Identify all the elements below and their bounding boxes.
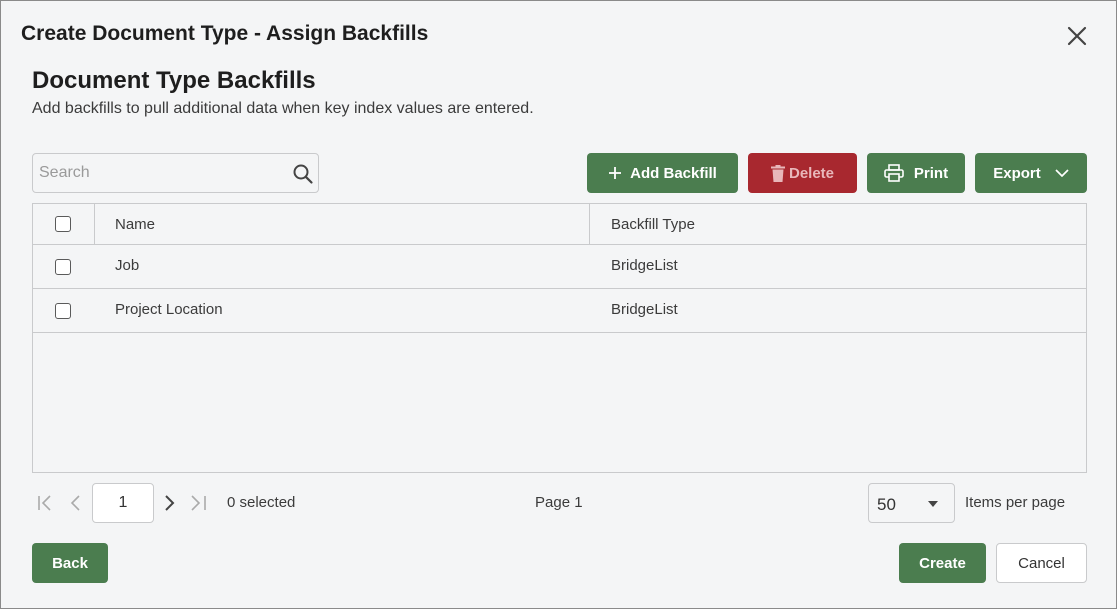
trash-icon xyxy=(770,164,785,182)
next-page-icon[interactable] xyxy=(159,493,179,513)
table-row[interactable]: Project Location BridgeList xyxy=(33,289,1086,333)
delete-button[interactable]: Delete xyxy=(748,153,857,193)
items-per-page-select[interactable]: 50 xyxy=(868,483,955,523)
print-button[interactable]: Print xyxy=(867,153,965,193)
row-backfill-type: BridgeList xyxy=(611,257,678,274)
close-icon xyxy=(1067,26,1087,46)
cancel-button[interactable]: Cancel xyxy=(996,543,1087,583)
page-number-input[interactable] xyxy=(92,483,154,523)
grid-header: Name Backfill Type xyxy=(33,204,1086,245)
close-button[interactable] xyxy=(1063,22,1091,50)
row-name: Job xyxy=(115,257,140,274)
caret-down-icon xyxy=(928,501,938,507)
row-checkbox[interactable] xyxy=(55,303,71,319)
search-icon[interactable] xyxy=(292,163,314,185)
column-divider xyxy=(589,204,590,244)
previous-page-icon[interactable] xyxy=(66,493,86,513)
backfills-grid: Name Backfill Type Job BridgeList Projec… xyxy=(32,203,1087,473)
search-input[interactable] xyxy=(39,162,279,184)
chevron-down-icon xyxy=(1055,169,1069,177)
delete-label: Delete xyxy=(788,164,835,182)
export-label: Export xyxy=(993,164,1041,182)
section-title: Document Type Backfills xyxy=(32,67,316,94)
section-description: Add backfills to pull additional data wh… xyxy=(32,100,534,117)
first-page-icon[interactable] xyxy=(36,493,56,513)
items-per-page-label: Items per page xyxy=(965,494,1066,511)
column-header-name[interactable]: Name xyxy=(115,216,155,233)
create-button[interactable]: Create xyxy=(899,543,986,583)
row-name: Project Location xyxy=(115,301,223,318)
selected-count: 0 selected xyxy=(227,494,296,511)
add-backfill-label: Add Backfill xyxy=(630,164,717,182)
print-label: Print xyxy=(913,164,949,182)
export-button[interactable]: Export xyxy=(975,153,1087,193)
search-box xyxy=(32,153,319,193)
plus-icon xyxy=(608,166,622,180)
back-button[interactable]: Back xyxy=(32,543,108,583)
items-per-page-value: 50 xyxy=(877,495,896,514)
page-indicator: Page 1 xyxy=(535,494,583,511)
row-checkbox[interactable] xyxy=(55,259,71,275)
add-backfill-button[interactable]: Add Backfill xyxy=(587,153,738,193)
table-row[interactable]: Job BridgeList xyxy=(33,245,1086,289)
create-document-type-dialog: Create Document Type - Assign Backfills … xyxy=(0,0,1117,609)
row-backfill-type: BridgeList xyxy=(611,301,678,318)
select-all-checkbox[interactable] xyxy=(55,216,71,232)
printer-icon xyxy=(884,164,904,182)
dialog-title: Create Document Type - Assign Backfills xyxy=(21,22,429,45)
column-divider xyxy=(94,204,95,244)
last-page-icon[interactable] xyxy=(188,493,208,513)
column-header-backfill-type[interactable]: Backfill Type xyxy=(611,216,695,233)
